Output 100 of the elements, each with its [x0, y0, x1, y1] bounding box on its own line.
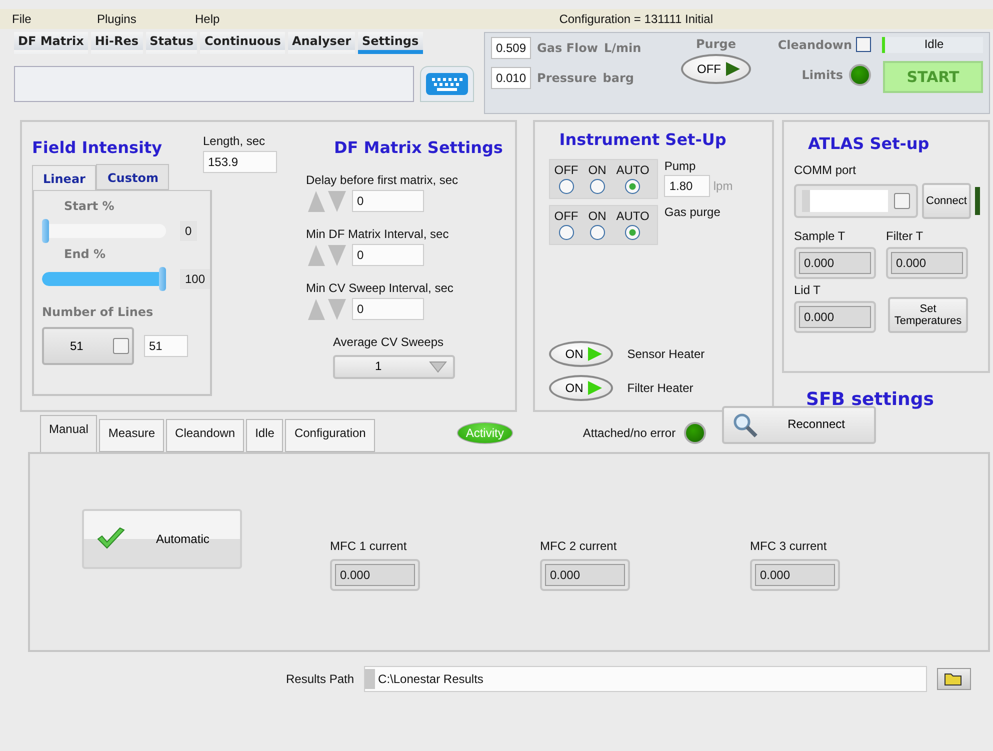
- radio-label: AUTO: [616, 209, 650, 223]
- tab[interactable]: DF Matrix: [14, 32, 88, 54]
- search-icon: [732, 412, 758, 438]
- tab[interactable]: Settings: [358, 32, 423, 54]
- average-label: Average CV Sweeps: [333, 335, 444, 349]
- panel-title: ATLAS Set-up: [808, 134, 930, 153]
- tab[interactable]: Measure: [99, 419, 164, 452]
- purge-switch[interactable]: OFF: [681, 54, 751, 84]
- tab[interactable]: Configuration: [285, 419, 375, 452]
- menu-item[interactable]: File: [12, 12, 97, 26]
- tab[interactable]: Hi-Res: [90, 32, 143, 54]
- length-label: Length, sec: [203, 134, 266, 148]
- unit-label: lpm: [713, 179, 733, 193]
- slider-value: 100: [180, 269, 210, 289]
- mfc-display: 0.000: [330, 559, 420, 591]
- tab[interactable]: Manual: [40, 415, 98, 453]
- radio-button[interactable]: [590, 225, 605, 240]
- reading-label: Pressure: [537, 71, 597, 85]
- slider-label: Start %: [64, 199, 114, 213]
- browse-button[interactable]: [937, 668, 972, 690]
- cleandown-checkbox[interactable]: [856, 37, 871, 52]
- panel-title: Instrument Set-Up: [559, 130, 728, 149]
- results-path-field[interactable]: C:\Lonestar Results: [364, 666, 928, 692]
- set-temperatures-button[interactable]: Set Temperatures: [888, 297, 968, 333]
- radio-button[interactable]: [625, 179, 640, 194]
- average-dropdown[interactable]: 1: [333, 355, 455, 379]
- field-label: Min DF Matrix Interval, sec: [306, 227, 449, 241]
- temperature-display: 0.000: [794, 301, 876, 333]
- limits-label: Limits: [802, 68, 843, 82]
- mfc-display: 0.000: [750, 559, 840, 591]
- lines-label: Number of Lines: [42, 305, 154, 319]
- results-path-label: Results Path: [286, 672, 354, 686]
- keyboard-button[interactable]: [420, 66, 474, 102]
- temperature-display: 0.000: [794, 247, 876, 279]
- attached-label: Attached/no error: [582, 426, 676, 440]
- configuration-text: Configuration = 131111 Initial: [559, 12, 713, 26]
- temperature-label: Lid T: [794, 283, 820, 297]
- pump-field[interactable]: 1.80: [664, 175, 710, 197]
- purge-label: Purge: [696, 37, 736, 51]
- heater-label: Sensor Heater: [627, 347, 705, 361]
- reading-label: Gas Flow: [537, 41, 598, 55]
- temperature-label: Sample T: [794, 229, 846, 243]
- lines-dropdown[interactable]: 51: [42, 327, 134, 365]
- radio-button[interactable]: [625, 225, 640, 240]
- field-label: Delay before first matrix, sec: [306, 173, 458, 187]
- numeric-field[interactable]: 0: [352, 244, 424, 266]
- message-field[interactable]: [14, 66, 414, 102]
- radio-button[interactable]: [558, 179, 574, 194]
- field-label: Min CV Sweep Interval, sec: [306, 281, 454, 295]
- connect-button[interactable]: Connect: [922, 183, 971, 219]
- slider[interactable]: [42, 267, 166, 291]
- tab[interactable]: Custom: [96, 164, 170, 190]
- radio-button[interactable]: [558, 225, 574, 240]
- heater-switch[interactable]: ON: [549, 375, 614, 401]
- menu-item[interactable]: Help: [195, 12, 255, 26]
- mfc-label: MFC 3 current: [750, 539, 827, 553]
- group-label: Pump: [664, 159, 696, 173]
- triangle-icon: [725, 61, 741, 77]
- numeric-field[interactable]: 0: [352, 190, 424, 212]
- lines-field[interactable]: 51: [144, 335, 188, 357]
- radio-button[interactable]: [590, 179, 605, 194]
- automatic-button[interactable]: Automatic: [82, 509, 242, 569]
- radio-label: OFF: [554, 209, 578, 223]
- slider-value: 0: [180, 221, 197, 241]
- panel-title: Field Intensity: [32, 138, 162, 157]
- checkmark-icon: [96, 527, 126, 551]
- slider-label: End %: [64, 247, 106, 261]
- tab[interactable]: Cleandown: [166, 419, 244, 452]
- tab[interactable]: Status: [146, 32, 198, 54]
- radio-label: OFF: [554, 163, 578, 177]
- group-label: Gas purge: [664, 205, 720, 219]
- radio-label: ON: [588, 209, 606, 223]
- numeric-field[interactable]: 0: [352, 298, 424, 320]
- heater-switch[interactable]: ON: [549, 341, 614, 367]
- menu-item[interactable]: Plugins: [97, 12, 195, 26]
- temperature-display: 0.000: [886, 247, 968, 279]
- reading-unit: L/min: [604, 41, 642, 55]
- reading-unit: barg: [602, 71, 634, 85]
- triangle-icon: [587, 380, 604, 396]
- mfc-label: MFC 2 current: [540, 539, 617, 553]
- temperature-label: Filter T: [886, 229, 924, 243]
- reading-value: 0.509: [491, 37, 532, 59]
- tab[interactable]: Continuous: [200, 32, 285, 54]
- cleandown-label: Cleandown: [778, 38, 852, 52]
- tab[interactable]: Analyser: [288, 32, 355, 54]
- reconnect-button[interactable]: Reconnect: [722, 406, 876, 444]
- activity-indicator: Activity: [456, 422, 513, 444]
- mfc-display: 0.000: [540, 559, 630, 591]
- length-field[interactable]: 153.9: [203, 151, 277, 173]
- radio-label: AUTO: [616, 163, 650, 177]
- tab[interactable]: Linear: [32, 165, 96, 190]
- tab[interactable]: Idle: [246, 419, 284, 452]
- folder-icon: [944, 672, 964, 686]
- status-indicator: Idle: [882, 37, 983, 53]
- radio-label: ON: [588, 163, 606, 177]
- triangle-icon: [587, 346, 604, 362]
- reading-value: 0.010: [491, 67, 532, 89]
- slider[interactable]: [42, 219, 166, 243]
- comm-port-label: COMM port: [794, 163, 856, 177]
- heater-label: Filter Heater: [627, 381, 694, 395]
